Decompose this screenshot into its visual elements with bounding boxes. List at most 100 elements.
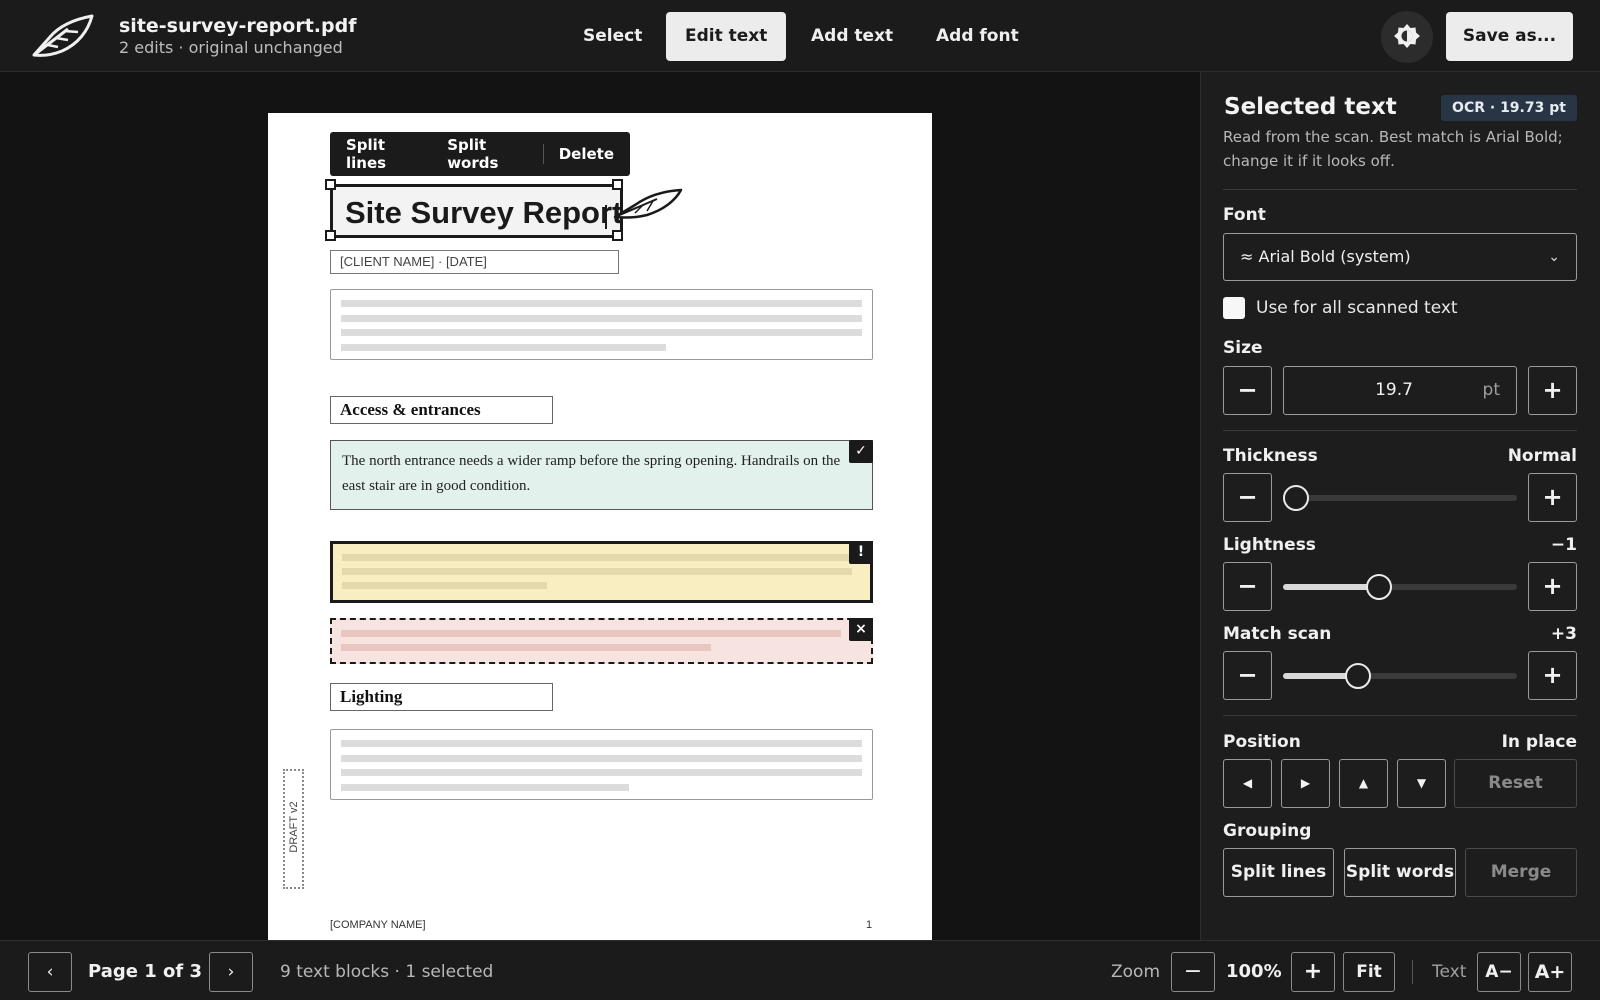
nudge-left-button[interactable]: ◀ <box>1223 759 1272 808</box>
brightness-icon <box>1394 24 1420 48</box>
match-scan-label: Match scan <box>1223 624 1332 644</box>
match-scan-value: +3 <box>1550 624 1577 644</box>
text-block-warning[interactable] <box>330 541 873 603</box>
font-label: Font <box>1223 205 1266 225</box>
lightness-increase-button[interactable]: + <box>1528 562 1577 611</box>
nudge-right-button[interactable]: ▶ <box>1281 759 1330 808</box>
slider-knob[interactable] <box>1344 663 1371 689</box>
client-date-field[interactable]: [CLIENT NAME] · [DATE] <box>330 250 619 274</box>
nudge-up-button[interactable]: ▲ <box>1339 759 1388 808</box>
group-split-lines-button[interactable]: Split lines <box>1223 848 1334 897</box>
chevron-left-icon: ‹ <box>46 962 54 982</box>
match-scan-decrease-button[interactable]: − <box>1223 651 1272 700</box>
tool-add-font-button[interactable]: Add font <box>917 12 1038 61</box>
status-bar: ‹ Page 1 of 3 › 9 text blocks · 1 select… <box>0 940 1600 1000</box>
use-for-all-checkbox[interactable] <box>1223 297 1245 319</box>
placeholder-line <box>341 300 862 307</box>
footer-company[interactable]: [COMPANY NAME] <box>330 919 426 931</box>
quill-cursor-icon <box>613 188 683 219</box>
size-input[interactable]: 19.7 pt <box>1283 366 1517 415</box>
placeholder-line <box>341 644 711 651</box>
slider-knob[interactable] <box>1283 485 1309 511</box>
lightness-value: −1 <box>1550 535 1577 555</box>
slider-knob[interactable] <box>1365 574 1392 600</box>
theme-toggle-button[interactable] <box>1381 11 1433 63</box>
lightness-label: Lightness <box>1223 535 1316 555</box>
draft-stamp-block[interactable]: DRAFT v2 <box>283 769 304 889</box>
placeholder-line <box>342 554 852 561</box>
status-ok-badge: ✓ <box>849 440 873 463</box>
position-reset-button[interactable]: Reset <box>1454 759 1577 808</box>
caret-left-icon: ◀ <box>1242 776 1253 790</box>
tool-add-text-button[interactable]: Add text <box>792 12 912 61</box>
ocr-note: Read from the scan. Best match is Arial … <box>1223 128 1563 170</box>
placeholder-line <box>342 568 852 575</box>
ocr-size-badge: OCR · 19.73 pt <box>1441 95 1577 121</box>
tool-edit-text-button[interactable]: Edit text <box>666 12 787 61</box>
placeholder-line <box>341 769 862 776</box>
font-select[interactable]: ≈ Arial Bold (system) ⌄ <box>1223 233 1577 281</box>
thickness-decrease-button[interactable]: − <box>1223 473 1272 522</box>
zoom-out-button[interactable]: − <box>1171 952 1215 992</box>
size-unit: pt <box>1482 380 1500 400</box>
status-warning-badge: ! <box>849 541 873 564</box>
selected-text-block[interactable]: Site Survey Report <box>330 184 623 238</box>
text-caret <box>605 205 607 229</box>
placeholder-line <box>341 329 862 336</box>
next-page-button[interactable]: › <box>209 952 253 992</box>
zoom-value: 100% <box>1226 961 1282 982</box>
document-canvas: Split lines Split words Delete Site Surv… <box>0 72 1200 940</box>
ctx-delete-button[interactable]: Delete <box>559 145 614 163</box>
placeholder-line <box>341 315 862 322</box>
heading-lighting[interactable]: Lighting <box>330 683 553 711</box>
group-merge-button[interactable]: Merge <box>1465 848 1577 897</box>
thickness-value: Normal <box>1507 446 1577 466</box>
size-value: 19.7 <box>1375 380 1413 400</box>
chevron-down-icon: ⌄ <box>1548 249 1560 265</box>
position-label: Position <box>1223 732 1301 752</box>
file-status: 2 edits · original unchanged <box>119 38 343 57</box>
size-increase-button[interactable]: + <box>1528 366 1577 415</box>
divider <box>1223 430 1577 431</box>
prev-page-button[interactable]: ‹ <box>28 952 72 992</box>
caret-right-icon: ▶ <box>1300 776 1311 790</box>
access-paragraph: The north entrance needs a wider ramp be… <box>342 453 841 494</box>
text-size-label: Text <box>1432 962 1467 982</box>
text-block-error[interactable] <box>330 618 873 664</box>
resize-handle-bottom-left[interactable] <box>325 230 336 241</box>
file-name: site-survey-report.pdf <box>119 15 357 37</box>
text-block-lighting[interactable] <box>330 729 873 800</box>
resize-handle-top-left[interactable] <box>325 179 336 190</box>
text-block-count: 9 text blocks · 1 selected <box>280 962 494 982</box>
thickness-increase-button[interactable]: + <box>1528 473 1577 522</box>
zoom-fit-button[interactable]: Fit <box>1343 952 1395 992</box>
caret-up-icon: ▲ <box>1358 776 1369 790</box>
text-larger-button[interactable]: A+ <box>1528 952 1572 992</box>
text-block-access-ok[interactable]: The north entrance needs a wider ramp be… <box>330 440 873 510</box>
ctx-split-lines-button[interactable]: Split lines <box>346 136 417 172</box>
nudge-down-button[interactable]: ▼ <box>1397 759 1446 808</box>
divider <box>1223 189 1577 190</box>
match-scan-slider[interactable] <box>1283 663 1517 689</box>
text-smaller-button[interactable]: A− <box>1477 952 1521 992</box>
zoom-in-button[interactable]: + <box>1291 952 1335 992</box>
heading-access[interactable]: Access & entrances <box>330 396 553 424</box>
text-block-intro[interactable] <box>330 289 873 360</box>
status-error-badge: × <box>849 618 873 641</box>
lightness-slider[interactable] <box>1283 574 1517 600</box>
ctx-divider <box>542 144 544 164</box>
thickness-slider[interactable] <box>1283 485 1517 511</box>
save-as-button[interactable]: Save as... <box>1446 12 1573 61</box>
resize-handle-bottom-right[interactable] <box>612 230 623 241</box>
size-decrease-button[interactable]: − <box>1223 366 1272 415</box>
title-text[interactable]: Site Survey Report <box>345 195 622 231</box>
lightness-decrease-button[interactable]: − <box>1223 562 1272 611</box>
footer-page-number[interactable]: 1 <box>866 919 872 931</box>
top-toolbar: site-survey-report.pdf 2 edits · origina… <box>0 0 1600 72</box>
tool-select-button[interactable]: Select <box>564 12 661 61</box>
use-for-all-label[interactable]: Use for all scanned text <box>1256 298 1458 318</box>
match-scan-increase-button[interactable]: + <box>1528 651 1577 700</box>
placeholder-line <box>341 784 629 791</box>
ctx-split-words-button[interactable]: Split words <box>447 136 528 172</box>
group-split-words-button[interactable]: Split words <box>1344 848 1456 897</box>
